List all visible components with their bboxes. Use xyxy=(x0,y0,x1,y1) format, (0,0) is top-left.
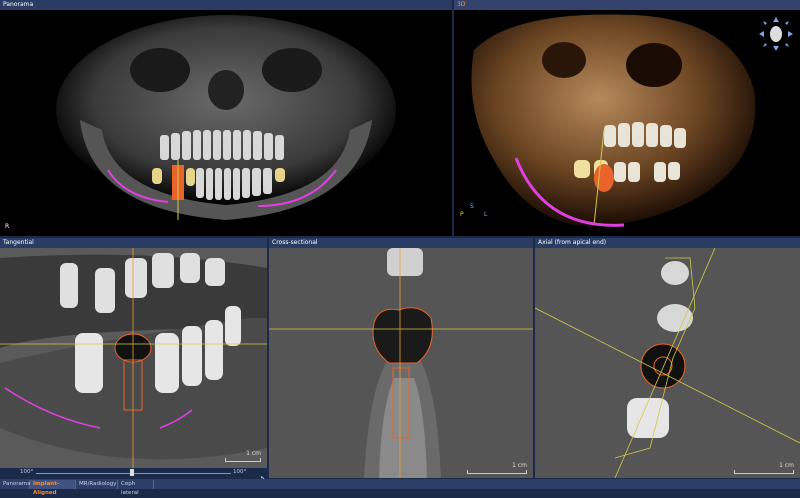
slider-thumb[interactable] xyxy=(130,469,134,476)
view3d-image xyxy=(471,14,756,227)
tab-implant-aligned[interactable]: Implant-Aligned xyxy=(30,480,76,496)
tangential-scale-bar xyxy=(225,458,261,462)
orient-p-label: P xyxy=(460,211,464,218)
view3d-view[interactable]: S P L xyxy=(454,10,800,236)
cross-sectional-image xyxy=(269,248,533,478)
head-orientation-icon[interactable] xyxy=(758,16,794,52)
tangential-view[interactable]: 1 cm xyxy=(0,248,267,468)
slider-min-label: 100° xyxy=(20,469,34,475)
axial-title: Axial (from apical end) xyxy=(535,238,800,248)
view3d-panel[interactable]: 3D S P L xyxy=(454,0,800,236)
panorama-orientation-label: R xyxy=(5,223,10,230)
workspace-tabs: Panorama Implant-Aligned MR/Radiology Ce… xyxy=(0,479,800,496)
tangential-panel[interactable]: Tangential 1 cm xyxy=(0,238,267,468)
tangential-image xyxy=(0,248,267,468)
angle-slider[interactable]: 100° 100° xyxy=(0,468,267,484)
rotate-icon[interactable] xyxy=(257,469,265,484)
slider-max-label: 100° xyxy=(233,469,247,475)
axial-scale-bar xyxy=(734,470,794,474)
panorama-panel[interactable]: Panorama R xyxy=(0,0,452,236)
orient-l-label: L xyxy=(484,211,488,218)
axial-scale-label: 1 cm xyxy=(779,462,794,469)
panorama-image xyxy=(56,15,396,220)
cross-sectional-scale-label: 1 cm xyxy=(512,462,527,469)
view3d-title: 3D xyxy=(454,0,800,10)
tab-ceph-lateral[interactable]: Ceph lateral xyxy=(118,480,154,496)
tangential-scale-label: 1 cm xyxy=(246,450,261,457)
axial-panel[interactable]: Axial (from apical end) 1 cm xyxy=(535,238,800,478)
panorama-title: Panorama xyxy=(0,0,452,10)
tab-panorama[interactable]: Panorama xyxy=(0,480,31,489)
cross-sectional-scale-bar xyxy=(467,470,527,474)
cross-sectional-view[interactable]: 1 cm xyxy=(269,248,533,478)
cross-sectional-title: Cross-sectional xyxy=(269,238,533,248)
tab-mr-radiology[interactable]: MR/Radiology xyxy=(76,480,118,489)
axial-view[interactable]: 1 cm xyxy=(535,248,800,478)
tangential-title: Tangential xyxy=(0,238,267,248)
orient-s-label: S xyxy=(470,203,474,210)
axial-image xyxy=(535,248,800,478)
cross-sectional-panel[interactable]: Cross-sectional 1 cm xyxy=(269,238,533,478)
panorama-view[interactable]: R xyxy=(0,10,452,236)
